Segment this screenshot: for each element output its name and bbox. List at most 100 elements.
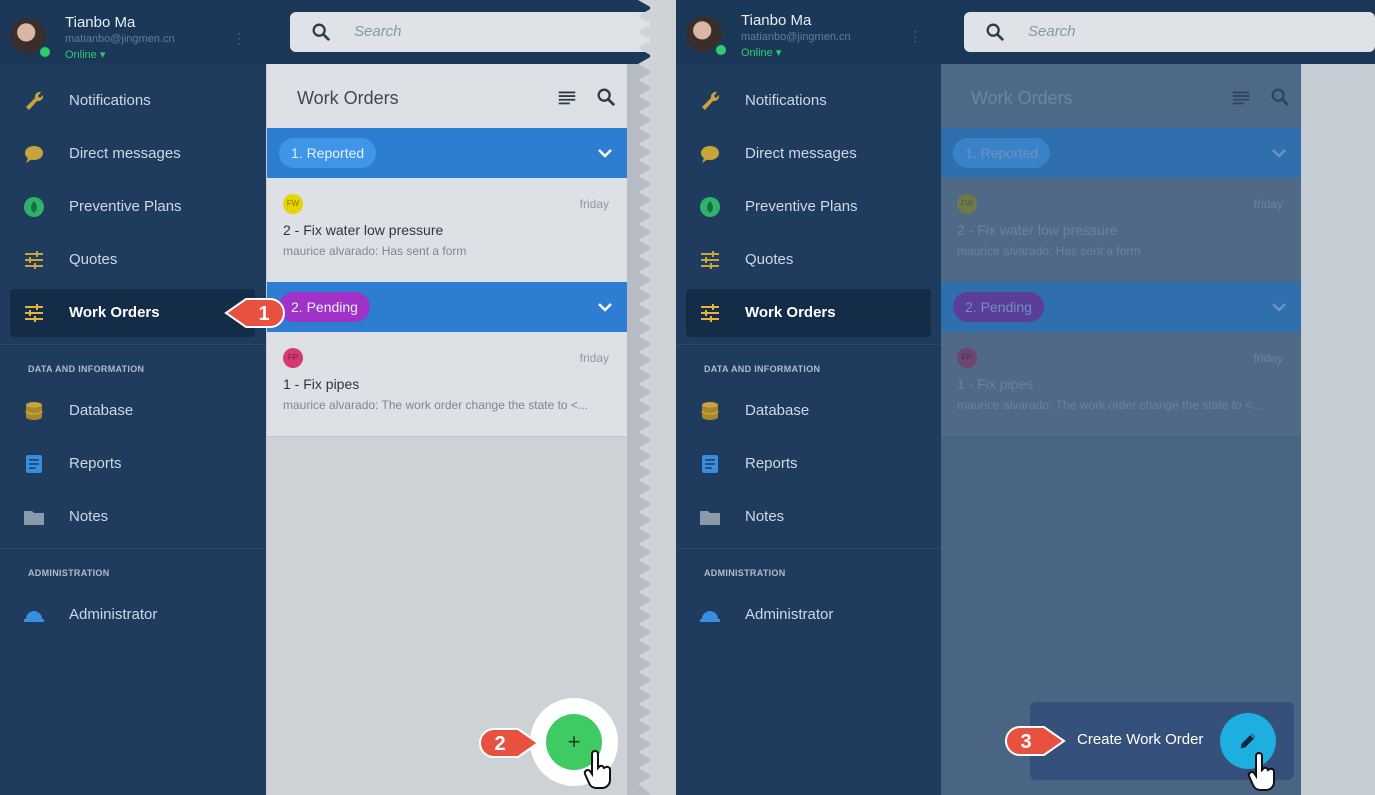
work-orders-panel: Work Orders 1. Reported FW friday 2 - Fi… [941, 64, 1301, 795]
search-icon[interactable] [1269, 86, 1291, 108]
card-subtitle: maurice alvarado: The work order change … [283, 398, 588, 412]
search-bar[interactable]: Search [290, 12, 650, 52]
sidebar-item-notes[interactable]: Notes [686, 493, 931, 541]
kebab-menu-icon[interactable]: ⋮ [232, 30, 246, 47]
search-icon [986, 23, 1004, 41]
sidebar-item-preventive-plans[interactable]: Preventive Plans [686, 183, 931, 231]
sidebar-item-quotes[interactable]: Quotes [686, 236, 931, 284]
sidebar-item-notifications[interactable]: Notifications [10, 77, 255, 125]
status-pill: 2. Pending [953, 292, 1044, 322]
sidebar-item-work-orders[interactable]: Work Orders [10, 289, 255, 337]
group-header-reported[interactable]: 1. Reported [267, 128, 627, 178]
work-order-card[interactable]: FP friday 1 - Fix pipes maurice alvarado… [941, 332, 1301, 437]
sidebar-item-reports[interactable]: Reports [686, 440, 931, 488]
divider [676, 548, 942, 549]
sidebar-item-label: Notes [69, 508, 109, 525]
card-title: 2 - Fix water low pressure [957, 222, 1118, 238]
sliders-icon [701, 304, 719, 322]
sidebar-item-quotes[interactable]: Quotes [10, 236, 255, 284]
work-order-card[interactable]: FP friday 1 - Fix pipes maurice alvarado… [267, 332, 627, 437]
sidebar-item-label: Work Orders [69, 304, 160, 321]
callout-number: 2 [494, 733, 505, 755]
search-input[interactable]: Search [354, 23, 402, 40]
hard-hat-icon [700, 611, 720, 622]
avatar-badge: FP [283, 348, 303, 368]
section-label-data: DATA AND INFORMATION [28, 364, 145, 374]
sidebar-item-label: Preventive Plans [745, 198, 858, 215]
page-title: Work Orders [971, 88, 1073, 108]
sliders-icon [701, 251, 719, 269]
section-label-admin: ADMINISTRATION [28, 568, 110, 578]
database-icon [25, 402, 43, 420]
work-order-card[interactable]: FW friday 2 - Fix water low pressure mau… [267, 178, 627, 283]
pointer-hand-icon [1247, 752, 1275, 791]
card-date: friday [579, 197, 609, 211]
sliders-icon [25, 251, 43, 269]
wrench-icon [26, 91, 44, 110]
card-date: friday [1253, 351, 1283, 365]
search-bar[interactable]: Search [964, 12, 1375, 52]
sidebar-item-label: Quotes [745, 251, 794, 268]
group-header-reported[interactable]: 1. Reported [941, 128, 1301, 178]
sidebar-item-label: Reports [745, 455, 798, 472]
section-label-data: DATA AND INFORMATION [704, 364, 821, 374]
group-header-pending[interactable]: 2. Pending [941, 282, 1301, 332]
kebab-menu-icon[interactable]: ⋮ [908, 28, 922, 45]
online-indicator [714, 43, 728, 57]
user-email: matianbo@jingmen.cn [741, 31, 851, 43]
list-header: Work Orders [267, 64, 627, 128]
avatar-badge: FW [957, 194, 977, 214]
sidebar-item-label: Preventive Plans [69, 198, 182, 215]
search-icon[interactable] [595, 86, 617, 108]
sidebar-item-database[interactable]: Database [686, 387, 931, 435]
work-order-card[interactable]: FW friday 2 - Fix water low pressure mau… [941, 178, 1301, 283]
database-icon [701, 402, 719, 420]
work-orders-panel: Work Orders 1. Reported FW friday 2 - Fi… [267, 64, 627, 795]
online-indicator [38, 45, 52, 59]
pointer-hand-icon [583, 750, 611, 789]
card-title: 1 - Fix pipes [283, 376, 360, 392]
sidebar-item-direct-messages[interactable]: Direct messages [686, 130, 931, 178]
sidebar-item-notes[interactable]: Notes [10, 493, 255, 541]
create-work-order-label[interactable]: Create Work Order [1077, 731, 1203, 748]
sidebar-item-label: Notifications [69, 92, 151, 109]
card-date: friday [1253, 197, 1283, 211]
sidebar-item-work-orders[interactable]: Work Orders [686, 289, 931, 337]
user-status[interactable]: Online ▾ [741, 46, 781, 59]
sidebar-item-administrator[interactable]: Administrator [686, 591, 931, 639]
chevron-down-icon[interactable] [597, 299, 613, 315]
page-title: Work Orders [297, 88, 399, 108]
callout-arrow-1: 1 [224, 298, 285, 328]
search-input[interactable]: Search [1028, 23, 1076, 40]
sidebar-item-label: Notes [745, 508, 785, 525]
avatar-badge: FW [283, 194, 303, 214]
section-label-admin: ADMINISTRATION [704, 568, 786, 578]
list-view-icon[interactable] [556, 86, 578, 108]
sidebar-item-label: Direct messages [745, 145, 857, 162]
sidebar-item-reports[interactable]: Reports [10, 440, 255, 488]
detail-area [1301, 64, 1375, 795]
document-icon [702, 455, 718, 473]
sidebar-item-database[interactable]: Database [10, 387, 255, 435]
sidebar-item-label: Direct messages [69, 145, 181, 162]
search-icon [312, 23, 330, 41]
group-header-pending[interactable]: 2. Pending [267, 282, 627, 332]
chevron-down-icon[interactable] [1271, 145, 1287, 161]
leaf-circle-icon [24, 197, 44, 217]
right-screenshot-panel: Tianbo Ma matianbo@jingmen.cn Online ▾ ⋮… [676, 0, 1375, 795]
user-profile[interactable]: Tianbo Ma matianbo@jingmen.cn Online ▾ ⋮ [0, 0, 266, 64]
user-profile[interactable]: Tianbo Ma matianbo@jingmen.cn Online ▾ ⋮ [676, 0, 942, 64]
callout-number: 1 [258, 303, 269, 325]
card-title: 2 - Fix water low pressure [283, 222, 444, 238]
left-screenshot-panel: Tianbo Ma matianbo@jingmen.cn Online ▾ ⋮… [0, 0, 650, 795]
card-title: 1 - Fix pipes [957, 376, 1034, 392]
divider [0, 344, 266, 345]
sidebar-item-direct-messages[interactable]: Direct messages [10, 130, 255, 178]
user-status[interactable]: Online ▾ [65, 48, 105, 61]
sidebar-item-administrator[interactable]: Administrator [10, 591, 255, 639]
chevron-down-icon[interactable] [1271, 299, 1287, 315]
sidebar-item-preventive-plans[interactable]: Preventive Plans [10, 183, 255, 231]
chevron-down-icon[interactable] [597, 145, 613, 161]
sidebar-item-notifications[interactable]: Notifications [686, 77, 931, 125]
list-view-icon[interactable] [1230, 86, 1252, 108]
